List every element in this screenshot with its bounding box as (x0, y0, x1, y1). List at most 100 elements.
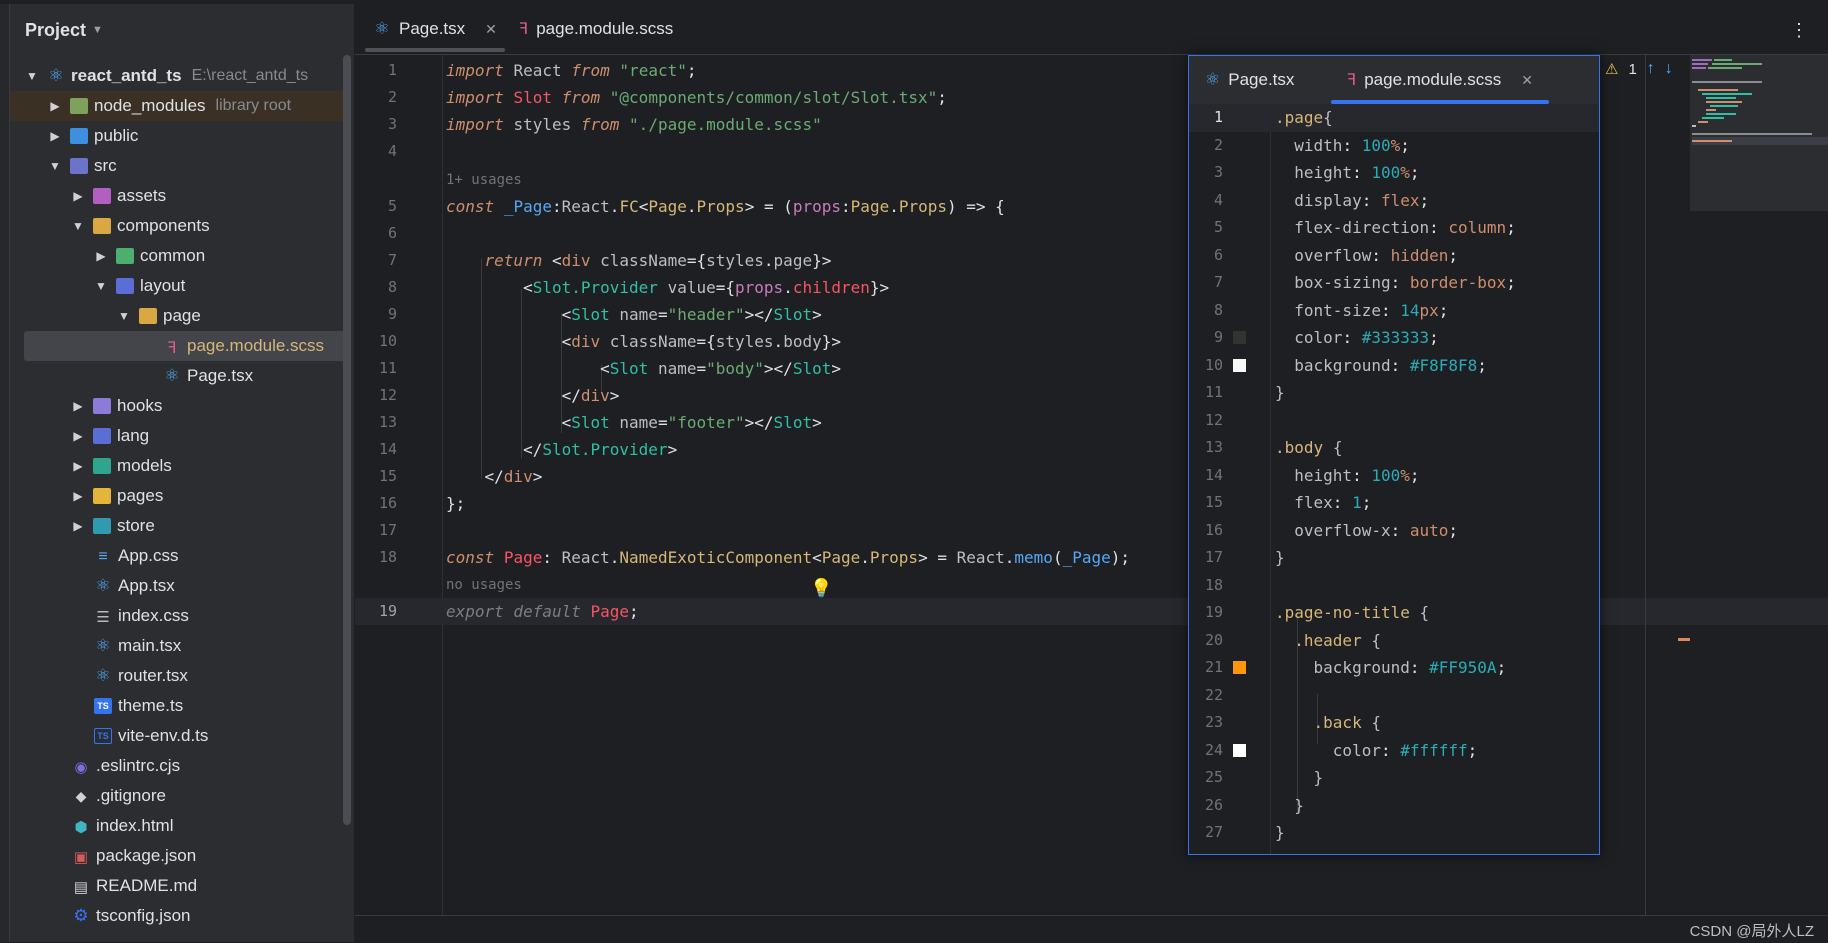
code-line: 23 .back { (1204, 713, 1381, 732)
tree-item-label: hooks (117, 396, 163, 415)
code-line: 18 const Page: React.NamedExoticComponent… (378, 548, 1131, 567)
sidebar-scrollbar[interactable] (343, 55, 351, 825)
chevron-down-icon[interactable]: ▼ (48, 159, 62, 173)
tree-item-react-antd-ts[interactable]: ▼ ⚛ react_antd_ts E:\react_antd_ts (10, 61, 361, 91)
folder-library-icon (70, 98, 88, 114)
lightbulb-icon[interactable]: 💡 (810, 578, 832, 599)
code-line: 4 display: flex; (1213, 190, 1430, 210)
popup-code-view[interactable]: 1 .page{ 2 width: 100%; 3 height: 100%; 4… (1189, 104, 1599, 854)
folder-public-icon (70, 128, 88, 144)
code-line: 17} (1204, 548, 1285, 567)
tree-item-library-root: library root (215, 97, 292, 114)
color-swatch[interactable] (1233, 331, 1246, 344)
code-minimap[interactable] (1690, 55, 1828, 211)
code-line: 3 import styles from "./page.module.scss" (387, 115, 822, 134)
warning-marker[interactable] (1678, 638, 1690, 641)
code-line: 11} (1204, 383, 1285, 402)
tree-item-label: App.css (118, 546, 179, 565)
color-swatch[interactable] (1233, 358, 1246, 372)
chevron-right-icon[interactable]: ▶ (71, 399, 85, 413)
warning-count: 1 (1628, 60, 1637, 78)
ts-file-icon: TS (94, 698, 112, 714)
code-line: 17 (378, 521, 397, 539)
folder-src-icon (70, 158, 88, 174)
popup-tab-page-tsx[interactable]: ⚛ Page.tsx (1205, 56, 1294, 104)
right-margin-guide (1645, 55, 1646, 915)
arrow-up-icon[interactable]: ↑ (1647, 60, 1655, 78)
project-view-selector[interactable]: Project ▼ (25, 18, 103, 42)
close-icon[interactable]: ✕ (485, 21, 497, 38)
react-file-icon: ⚛ (95, 666, 111, 685)
tree-item-page-module-scss[interactable]: ꟻ page.module.scss (24, 331, 350, 361)
code-line: 10 <div className={styles.body}> (378, 332, 841, 351)
chevron-down-icon[interactable]: ▼ (71, 219, 85, 233)
tab-label: page.module.scss (536, 19, 674, 38)
code-line: 14 </Slot.Provider> (378, 440, 678, 459)
quick-definition-popup[interactable]: ⚛ Page.tsx ꟻ page.module.scss ✕ 1 .page{ … (1188, 55, 1600, 855)
tab-page-module-scss[interactable]: ꟻ page.module.scss (519, 4, 673, 54)
tree-item-label: assets (117, 186, 167, 205)
tree-item-readme[interactable]: ▤ README.md (10, 871, 408, 901)
popup-tab-page-module-scss[interactable]: ꟻ page.module.scss ✕ (1331, 56, 1549, 104)
code-line: 5 flex-direction: column; (1213, 218, 1516, 237)
chevron-down-icon[interactable]: ▼ (94, 279, 108, 293)
chevron-right-icon[interactable]: ▶ (94, 249, 108, 263)
tab-label: Page.tsx (1228, 70, 1295, 89)
top-border (0, 0, 354, 4)
code-line-current: 1 .page{ (1189, 104, 1599, 132)
code-line: 5 const _Page:React.FC<Page.Props> = (pro… (387, 197, 1005, 216)
css-file-icon: ≡ (98, 548, 108, 565)
tree-item-tsconfig[interactable]: ⚙ tsconfig.json (10, 901, 408, 931)
code-line: 12 </div> (378, 386, 620, 405)
tree-item-label: node_modules (94, 96, 206, 115)
chevron-down-icon[interactable]: ▼ (117, 309, 131, 323)
tab-label: page.module.scss (1364, 70, 1502, 89)
project-title: Project (25, 19, 87, 40)
code-line: 10 background: #F8F8F8; (1204, 355, 1487, 375)
folder-layout-icon (116, 278, 134, 294)
chevron-right-icon[interactable]: ▶ (71, 459, 85, 473)
folder-components-icon (93, 218, 111, 234)
code-editor[interactable]: 1 import React from "react"; 2 import Slot… (355, 55, 1828, 915)
tab-page-tsx[interactable]: ⚛ Page.tsx ✕ (365, 4, 505, 54)
chevron-right-icon[interactable]: ▶ (71, 189, 85, 203)
scss-file-icon: ꟻ (1347, 72, 1357, 89)
tree-item-src[interactable]: ▼ src (10, 151, 384, 181)
tree-item-public[interactable]: ▶ public (10, 121, 384, 151)
code-line: 24 color: #ffffff; (1204, 740, 1478, 760)
arrow-down-icon[interactable]: ↓ (1665, 60, 1673, 78)
code-line: 4 (387, 142, 397, 160)
tree-item-label: src (94, 156, 117, 175)
react-file-icon: ⚛ (374, 19, 390, 38)
chevron-right-icon[interactable]: ▶ (48, 129, 62, 143)
code-line: 7 return <div className={styles.page}> (387, 251, 832, 270)
chevron-right-icon[interactable]: ▶ (71, 519, 85, 533)
inspection-widget[interactable]: ⚠ 1 ↑ ↓ (1605, 60, 1673, 78)
color-swatch[interactable] (1233, 661, 1246, 674)
folder-icon (116, 248, 134, 264)
code-line: 21 background: #FF950A; (1204, 658, 1507, 677)
tree-item-label: lang (117, 426, 150, 445)
tree-item-label: theme.ts (118, 696, 184, 715)
usages-hint[interactable]: no usages (446, 574, 522, 596)
chevron-down-icon[interactable]: ▼ (25, 69, 39, 83)
more-options-icon[interactable]: ⋮ (1790, 20, 1808, 41)
code-line-current: 19 export default Page; (355, 598, 1828, 625)
ts-def-file-icon: TS (94, 728, 112, 744)
code-line: 7 box-sizing: border-box; (1213, 273, 1516, 292)
tree-item-package-json[interactable]: ▣ package.json (10, 841, 408, 871)
code-line: 13 .body { (1204, 438, 1343, 457)
chevron-right-icon[interactable]: ▶ (48, 99, 62, 113)
code-line: 16}; (378, 494, 466, 513)
code-line: 2 width: 100%; (1213, 135, 1410, 155)
chevron-right-icon[interactable]: ▶ (71, 489, 85, 503)
code-line: 26 } (1204, 795, 1304, 815)
tsconfig-file-icon: ⚙ (73, 906, 89, 925)
color-swatch[interactable] (1233, 743, 1246, 757)
tree-item-node-modules[interactable]: ▶ node_modules library root (10, 91, 346, 121)
css-list-icon: ☰ (96, 609, 110, 626)
chevron-right-icon[interactable]: ▶ (71, 429, 85, 443)
usages-hint[interactable]: 1+ usages (446, 169, 522, 191)
code-line: 6 (387, 224, 397, 242)
close-icon[interactable]: ✕ (1521, 72, 1533, 89)
